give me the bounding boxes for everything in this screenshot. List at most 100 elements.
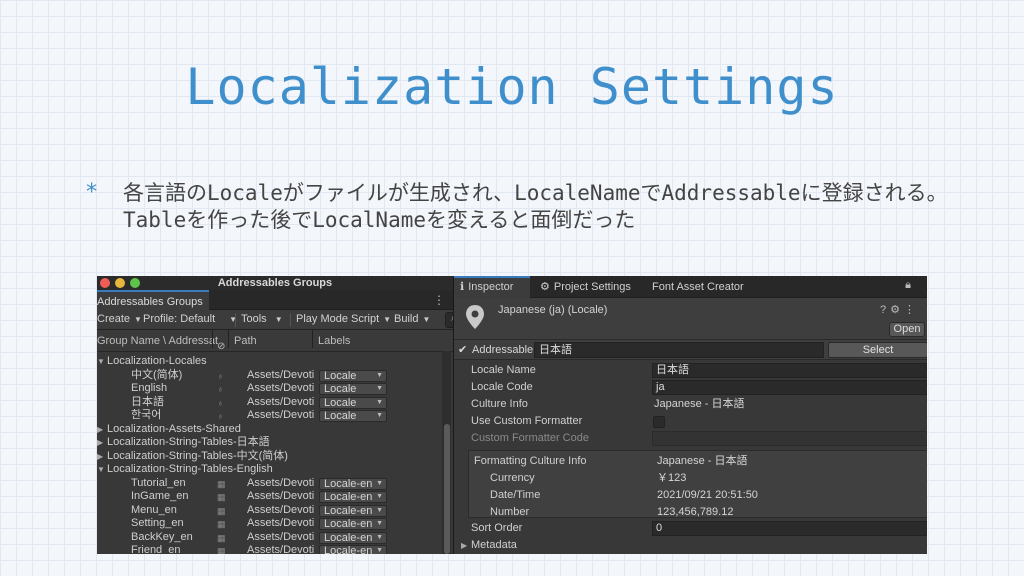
locale-name-field[interactable]: 日本語	[652, 363, 927, 378]
chevron-down-icon: ▼	[376, 398, 383, 406]
column-divider[interactable]	[212, 330, 213, 348]
label-dropdown[interactable]: Locale ▼	[319, 396, 387, 409]
group-row[interactable]: ▶ Localization-String-Tables-中文(简体)	[97, 450, 443, 464]
entry-row[interactable]: 日本語 ♁ Assets/Devoti Locale ▼	[97, 396, 443, 410]
chevron-down-icon: ▼	[376, 533, 383, 541]
string-table-icon: ▦	[217, 505, 226, 516]
locale-code-field[interactable]: ja	[652, 380, 927, 395]
property-label: Culture Info	[471, 398, 528, 410]
label-text: Locale-en	[324, 531, 373, 544]
build-label: Build	[394, 313, 419, 325]
entry-row[interactable]: Tutorial_en ▦ Assets/Devoti Locale-en ▼	[97, 477, 443, 491]
entry-row[interactable]: English ♁ Assets/Devoti Locale ▼	[97, 382, 443, 396]
help-icon[interactable]: ?	[880, 304, 890, 316]
addressable-row: ✔ Addressable 日本語 Select	[454, 340, 927, 360]
property-sort-order: Sort Order 0	[454, 520, 927, 537]
entry-path: Assets/Devoti	[247, 517, 315, 529]
group-row[interactable]: ▶ Localization-Assets-Shared	[97, 423, 443, 437]
chevron-down-icon: ▼	[376, 412, 383, 419]
entry-row[interactable]: 中文(简体) ♁ Assets/Devoti Locale ▼	[97, 369, 443, 383]
column-labels[interactable]: Labels	[318, 330, 350, 352]
label-dropdown[interactable]: Locale-en ▼	[319, 518, 387, 530]
entry-row[interactable]: Friend_en ▦ Assets/Devoti Locale-en ▼	[97, 544, 443, 554]
entry-row[interactable]: 한국어 ♁ Assets/Devoti Locale ▼	[97, 409, 443, 423]
addressables-groups-window: Addressables Groups Addressables Groups …	[97, 276, 453, 554]
locale-asset-icon: ♁	[217, 411, 224, 421]
open-button[interactable]: Open	[889, 322, 925, 337]
chevron-down-icon: ▼	[376, 506, 383, 514]
tab-project-settings[interactable]: ⚙ Project Settings	[534, 276, 631, 298]
chevron-right-icon[interactable]: ▶	[97, 423, 107, 437]
string-table-icon: ▦	[217, 532, 226, 543]
label-dropdown[interactable]: Locale ▼	[319, 369, 387, 382]
label-dropdown[interactable]: Locale ▼	[319, 410, 387, 422]
metadata-label: Metadata	[471, 539, 517, 551]
tab-font-asset-creator[interactable]: Font Asset Creator	[646, 276, 744, 298]
string-table-icon: ▦	[217, 492, 226, 502]
entry-row[interactable]: Setting_en ▦ Assets/Devoti Locale-en ▼	[97, 517, 443, 531]
tab-addressables-groups[interactable]: Addressables Groups	[97, 290, 209, 310]
string-table-icon: ▦	[217, 546, 226, 554]
string-table-icon: ▦	[217, 519, 226, 529]
group-row[interactable]: ▼ Localization-Locales	[97, 355, 443, 369]
more-options-icon[interactable]: ⋮	[904, 304, 919, 316]
chevron-down-icon: ▼	[376, 371, 383, 379]
tab-inspector[interactable]: ℹ Inspector	[454, 276, 530, 298]
label-dropdown[interactable]: Locale-en ▼	[319, 545, 387, 554]
lock-icon[interactable]: 🔒︎	[905, 279, 911, 292]
tab-bar: Addressables Groups ⋮	[97, 290, 453, 310]
entry-name: Menu_en	[131, 503, 177, 516]
group-row[interactable]: ▼ Localization-String-Tables-English	[97, 463, 443, 477]
select-button[interactable]: Select	[828, 342, 927, 358]
sort-order-field[interactable]: 0	[652, 521, 927, 536]
addressable-checkbox[interactable]: ✔	[458, 343, 467, 356]
entry-row[interactable]: Menu_en ▦ Assets/Devoti Locale-en ▼	[97, 504, 443, 518]
label-dropdown[interactable]: Locale-en ▼	[319, 477, 387, 490]
profile-dropdown[interactable]: Profile: Default ▼	[143, 310, 237, 329]
column-divider[interactable]	[228, 330, 229, 348]
label-text: Locale-en	[324, 504, 373, 517]
chevron-down-icon: ▼	[376, 479, 383, 487]
chevron-down-icon[interactable]: ▼	[97, 355, 107, 369]
label-dropdown[interactable]: Locale-en ▼	[319, 504, 387, 517]
label-dropdown[interactable]: Locale-en ▼	[319, 491, 387, 503]
toolbar-divider	[290, 313, 291, 327]
group-row[interactable]: ▶ Localization-String-Tables-日本語	[97, 436, 443, 450]
settings-icon[interactable]: ⚙	[890, 304, 904, 316]
use-custom-formatter-checkbox[interactable]	[653, 416, 665, 428]
label-dropdown[interactable]: Locale-en ▼	[319, 531, 387, 544]
label-text: Locale-en	[324, 518, 373, 530]
addressable-address-field[interactable]: 日本語	[534, 342, 824, 358]
metadata-foldout[interactable]: ▶ Metadata	[454, 537, 927, 554]
chevron-right-icon[interactable]: ▶	[97, 450, 107, 464]
column-divider[interactable]	[312, 330, 313, 348]
chevron-down-icon: ▼	[274, 315, 283, 324]
slide-title: Localization Settings	[185, 58, 839, 116]
tools-menu[interactable]: Tools ▼	[241, 310, 283, 329]
entry-row[interactable]: InGame_en ▦ Assets/Devoti Locale-en ▼	[97, 490, 443, 504]
play-mode-script-menu[interactable]: Play Mode Script ▼	[296, 310, 391, 329]
label-dropdown[interactable]: Locale ▼	[319, 383, 387, 395]
entry-row[interactable]: BackKey_en ▦ Assets/Devoti Locale-en ▼	[97, 531, 443, 545]
scrollbar-thumb[interactable]	[444, 424, 450, 554]
entry-path: Assets/Devoti	[247, 382, 315, 394]
locale-asset-icon: ♁	[217, 370, 224, 381]
window-title: Addressables Groups	[217, 277, 333, 289]
build-menu[interactable]: Build ▼	[394, 310, 430, 329]
entry-name: Tutorial_en	[131, 476, 186, 489]
chevron-down-icon: ▼	[383, 315, 392, 324]
tools-label: Tools	[241, 313, 267, 325]
chevron-right-icon[interactable]: ▶	[97, 436, 107, 450]
create-menu[interactable]: Create ▼	[97, 310, 142, 329]
property-label: Currency	[490, 472, 535, 484]
formatting-culture-box: Formatting Culture Info Japanese - 日本語 C…	[468, 450, 927, 518]
chevron-down-icon: ▼	[376, 520, 383, 527]
column-group-name[interactable]: Group Name \ Addressat	[97, 330, 218, 352]
group-name: Localization-String-Tables-中文(简体)	[107, 449, 288, 462]
entry-name: Setting_en	[131, 517, 184, 529]
more-options-icon[interactable]: ⋮	[433, 293, 445, 307]
chevron-down-icon: ▼	[134, 315, 142, 324]
chevron-down-icon[interactable]: ▼	[97, 463, 107, 477]
column-path[interactable]: Path	[234, 330, 257, 352]
bullet-text: 各言語のLocaleがファイルが生成され、LocaleNameでAddressa…	[123, 181, 948, 232]
